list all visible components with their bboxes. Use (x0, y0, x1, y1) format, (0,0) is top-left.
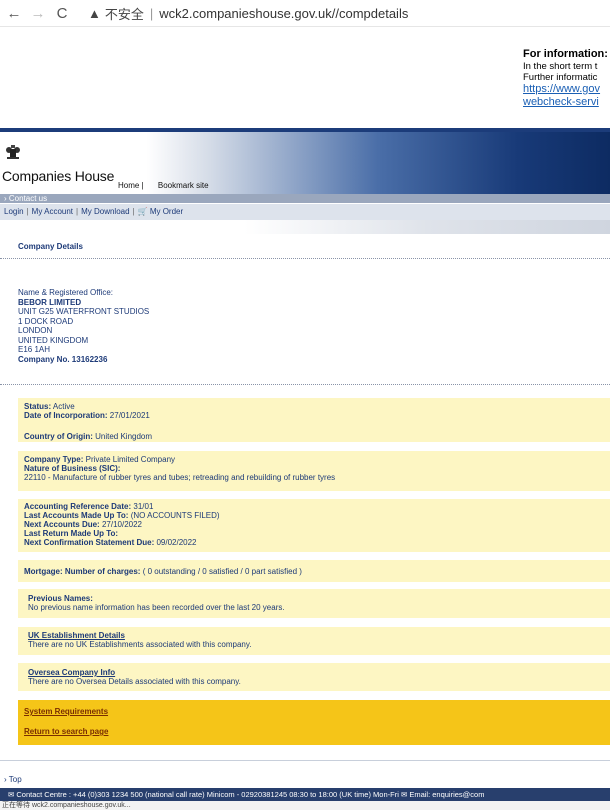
company-number-label: Company No. (18, 354, 70, 364)
company-type-label: Company Type: (24, 455, 84, 464)
forward-arrow-icon[interactable]: → (30, 5, 46, 22)
previous-names-panel: Previous Names: No previous name informa… (18, 589, 610, 618)
royal-crest-icon (6, 145, 20, 159)
mortgage-value: ( 0 outstanding / 0 satisfied / 0 part s… (142, 567, 302, 576)
last-return-label: Last Return Made Up To: (24, 529, 119, 538)
address-line: UNITED KINGDOM (18, 335, 89, 345)
divider (0, 760, 610, 761)
information-notice: For information: In the short term t Fur… (523, 49, 610, 109)
address-line: 1 DOCK ROAD (18, 316, 74, 326)
site-banner: Companies House Home | Bookmark site (0, 128, 610, 194)
status-value: Active (52, 402, 75, 411)
address-bar[interactable]: wck2.companieshouse.gov.uk//compdetails (159, 6, 408, 21)
oversea-panel: Oversea Company Info There are no Overse… (18, 663, 610, 691)
divider: | (132, 207, 135, 216)
actions-panel: System Requirements Return to search pag… (18, 700, 610, 745)
country-label: Country of Origin: (24, 432, 93, 441)
bookmark-link[interactable]: Bookmark site (158, 181, 209, 190)
mortgage-panel: Mortgage: Number of charges: ( 0 outstan… (18, 560, 610, 582)
my-download-link[interactable]: My Download (81, 207, 129, 216)
warning-icon[interactable]: ▲ (88, 6, 101, 21)
accounts-panel: Accounting Reference Date: 31/01 Last Ac… (18, 499, 610, 552)
registered-office: Name & Registered Office: BEBOR LIMITED … (18, 288, 149, 364)
return-to-search-link[interactable]: Return to search page (24, 727, 604, 736)
uk-establishment-panel: UK Establishment Details There are no UK… (18, 627, 610, 655)
divider: | (26, 207, 29, 216)
uk-establishment-text: There are no UK Establishments associate… (28, 640, 252, 649)
browser-status-bar: 正在等待 wck2.companieshouse.gov.uk... (0, 801, 610, 810)
notice-line: In the short term t (523, 61, 598, 72)
uk-establishment-link[interactable]: UK Establishment Details (28, 631, 125, 640)
confirmation-value: 09/02/2022 (156, 538, 197, 547)
page-title: Company Details (18, 242, 83, 251)
contact-us-link[interactable]: › Contact us (0, 194, 610, 203)
next-accounts-value: 27/10/2022 (101, 520, 142, 529)
notice-link[interactable]: webcheck-servi (523, 96, 610, 109)
accounting-ref-value: 31/01 (133, 502, 154, 511)
confirmation-label: Next Confirmation Statement Due: (24, 538, 155, 547)
company-number-value: 13162236 (71, 354, 108, 364)
divider: | (76, 207, 79, 216)
status-panel: Status: Active Date of Incorporation: 27… (18, 398, 610, 442)
office-label: Name & Registered Office: (18, 288, 114, 297)
country-value: United Kingdom (95, 432, 153, 441)
system-requirements-link[interactable]: System Requirements (24, 707, 604, 716)
brand-name[interactable]: Companies House (2, 168, 114, 184)
address-line: UNIT G25 WATERFRONT STUDIOS (18, 307, 150, 316)
url-separator: | (149, 5, 154, 21)
insecure-label[interactable]: 不安全 (105, 4, 144, 23)
address-line: E16 1AH (18, 345, 51, 354)
login-link[interactable]: Login (4, 207, 24, 216)
previous-names-text: No previous name information has been re… (28, 603, 285, 612)
nature-label: Nature of Business (SIC): (24, 464, 121, 473)
oversea-text: There are no Oversea Details associated … (28, 677, 241, 686)
company-type-panel: Company Type: Private Limited Company Na… (18, 451, 610, 491)
back-arrow-icon[interactable]: ← (6, 5, 22, 22)
mortgage-label: Mortgage: Number of charges: (24, 567, 141, 576)
my-order-link[interactable]: 🛒 My Order (138, 207, 184, 216)
my-account-link[interactable]: My Account (32, 207, 73, 216)
top-links: Home | Bookmark site (118, 181, 221, 190)
incorporation-value: 27/01/2021 (109, 411, 150, 420)
divider (0, 258, 610, 259)
reload-icon[interactable]: C (54, 5, 70, 22)
notice-title: For information: (523, 49, 608, 60)
divider (0, 384, 610, 385)
company-type-value: Private Limited Company (85, 455, 176, 464)
contact-footer: ✉ Contact Centre : +44 (0)303 1234 500 (… (0, 788, 610, 801)
company-number: Company No. 13162236 (18, 355, 149, 365)
oversea-info-link[interactable]: Oversea Company Info (28, 668, 115, 677)
status-label: Status: (24, 402, 52, 411)
tab-strip (0, 220, 610, 234)
previous-names-label: Previous Names: (28, 594, 93, 603)
top-link[interactable]: › Top (4, 775, 22, 784)
last-accounts-label: Last Accounts Made Up To: (24, 511, 129, 520)
company-name: BEBOR LIMITED (18, 297, 82, 307)
accounting-ref-label: Accounting Reference Date: (24, 502, 132, 511)
home-link[interactable]: Home | (118, 181, 144, 190)
notice-line: Further informatic (523, 72, 598, 83)
last-accounts-value: (NO ACCOUNTS FILED) (130, 511, 220, 520)
next-accounts-label: Next Accounts Due: (24, 520, 100, 529)
notice-link[interactable]: https://www.gov (523, 83, 610, 96)
browser-toolbar: ← → C ▲ 不安全 | wck2.companieshouse.gov.uk… (0, 0, 610, 27)
nature-value: 22110 - Manufacture of rubber tyres and … (24, 473, 336, 482)
login-bar: Login | My Account | My Download | 🛒 My Order (0, 204, 610, 220)
address-line: LONDON (18, 326, 53, 335)
incorporation-label: Date of Incorporation: (24, 411, 108, 420)
